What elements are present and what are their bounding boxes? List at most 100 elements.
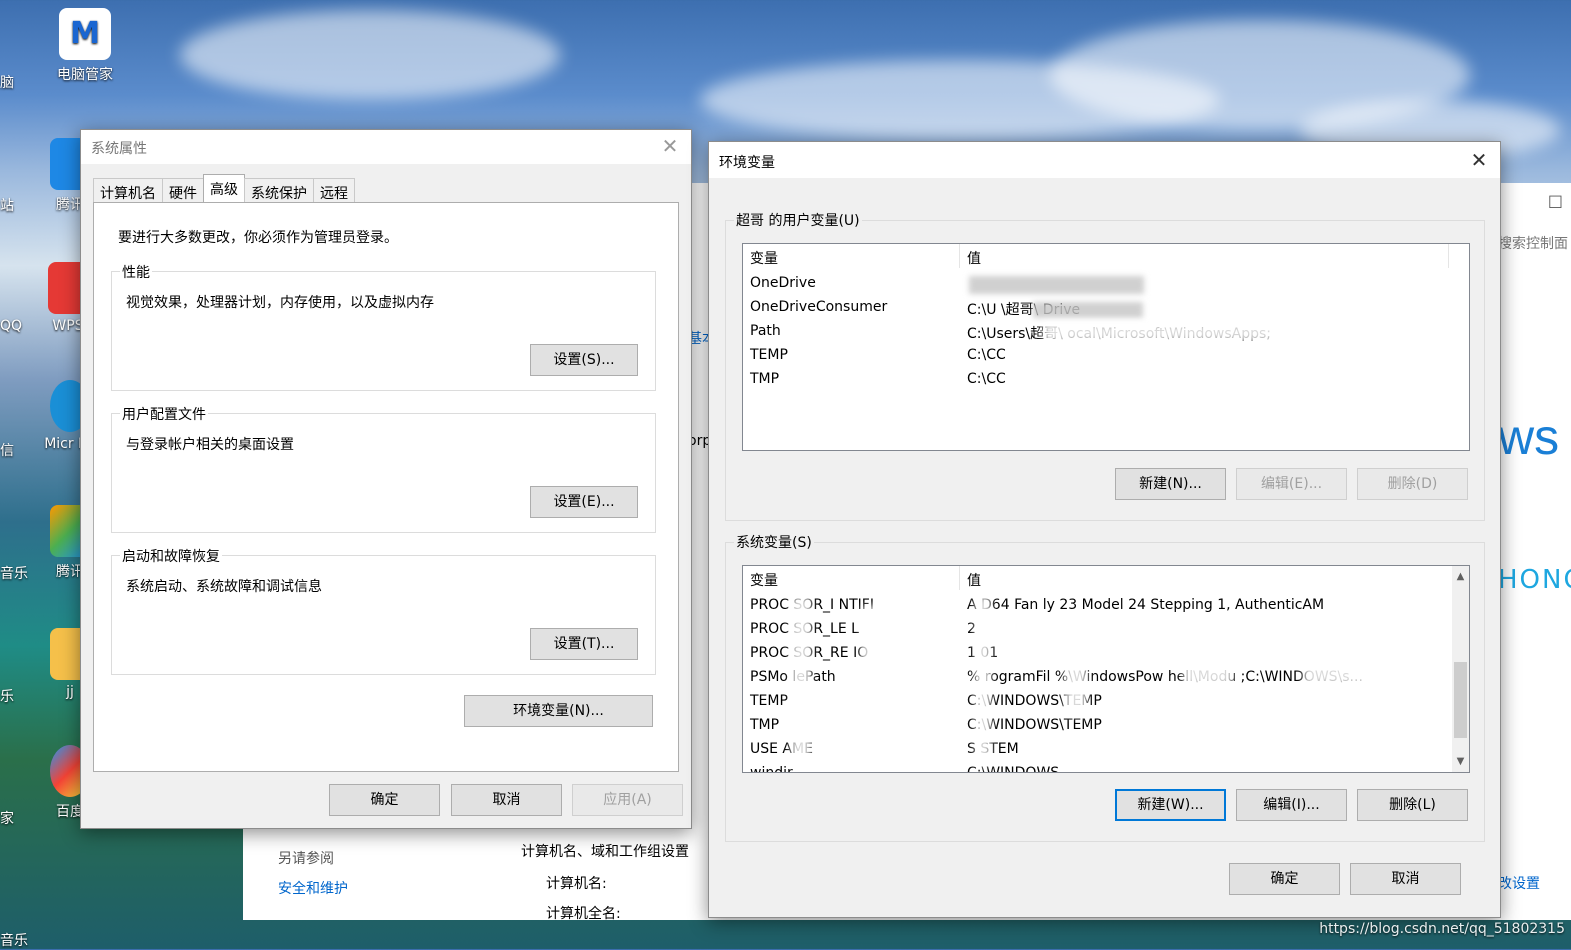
user-edit-button[interactable]: 编辑(E)... xyxy=(1236,468,1347,500)
variable-name: TEMP xyxy=(750,347,788,363)
admin-note: 要进行大多数更改，你必须作为管理员登录。 xyxy=(118,230,398,246)
user-profiles-description: 与登录帐户相关的桌面设置 xyxy=(126,437,294,453)
list-item[interactable]: TMP C:\WINDOWS\TEMP xyxy=(743,714,1469,738)
security-maintenance-link[interactable]: 安全和维护 xyxy=(278,878,348,898)
scroll-thumb[interactable] xyxy=(1454,662,1467,738)
dialog-title: 环境变量 xyxy=(719,155,775,171)
tab-hardware[interactable]: 硬件 xyxy=(162,178,204,204)
variable-value: C:\WINDOWS xyxy=(967,765,1060,773)
system-new-button[interactable]: 新建(W)... xyxy=(1115,789,1226,821)
system-variables-section: 系统变量(S) 变量 值 PROC SOR_I NTIFI A D64 Fan l… xyxy=(725,532,1485,842)
title-bar: 环境变量 ✕ xyxy=(709,142,1500,178)
tab-advanced[interactable]: 高级 xyxy=(203,174,245,205)
column-divider xyxy=(959,244,960,268)
variable-name: TEMP xyxy=(750,693,788,709)
variable-name: TMP xyxy=(750,371,780,387)
column-header-value[interactable]: 值 xyxy=(967,570,981,590)
list-item[interactable]: TEMP C:\WINDOWS\TEMP xyxy=(743,690,1469,714)
redaction-blur xyxy=(1043,322,1383,342)
list-item[interactable]: TMP C:\CC xyxy=(743,368,1469,392)
ok-button[interactable]: 确定 xyxy=(1229,863,1340,895)
variable-value: A D64 Fan ly 23 Model 24 Stepping 1, Aut… xyxy=(967,597,1325,613)
tab-strip: 计算机名 硬件 高级 系统保护 远程 xyxy=(93,174,355,205)
windows-logo-text: ws 1 xyxy=(1498,409,1571,465)
column-divider xyxy=(1448,244,1449,268)
apply-button[interactable]: 应用(A) xyxy=(572,784,683,816)
list-item[interactable]: PROC SOR_I NTIFI A D64 Fan ly 23 Model 24… xyxy=(743,594,1469,618)
computer-name-label: 计算机名: xyxy=(546,876,607,892)
redaction-blur xyxy=(1065,656,1087,716)
desktop-edge-label[interactable]: 站 xyxy=(0,195,14,215)
pc-manager-icon: M xyxy=(59,8,111,60)
desktop-icon-label: 电脑管家 xyxy=(57,67,113,83)
close-icon[interactable]: ✕ xyxy=(659,135,681,157)
user-delete-button[interactable]: 删除(D) xyxy=(1357,468,1468,500)
list-item[interactable]: windir C:\WINDOWS xyxy=(743,762,1469,773)
redaction-blur xyxy=(1303,656,1373,686)
redaction-blur xyxy=(1183,656,1233,686)
redaction-blur xyxy=(791,596,811,766)
vertical-scrollbar[interactable]: ▲ ▼ xyxy=(1452,566,1469,772)
change-settings-link[interactable]: 改设置 xyxy=(1498,873,1540,893)
tab-remote[interactable]: 远程 xyxy=(313,178,355,204)
system-delete-button[interactable]: 删除(L) xyxy=(1357,789,1468,821)
desktop-edge-label[interactable]: 脑 xyxy=(0,72,14,92)
list-item[interactable]: PROC SOR_LE L2 xyxy=(743,618,1469,642)
control-panel-search[interactable]: 搜索控制面 xyxy=(1498,233,1568,253)
environment-variables-dialog: 环境变量 ✕ 超哥 的用户变量(U) 变量 值 OneDrive OneDriv… xyxy=(708,141,1501,918)
list-item[interactable]: USE AME S STEM xyxy=(743,738,1469,762)
user-profiles-settings-button[interactable]: 设置(E)... xyxy=(530,486,638,518)
desktop-icon-pc-manager[interactable]: M 电脑管家 xyxy=(48,8,122,84)
performance-settings-button[interactable]: 设置(S)... xyxy=(530,344,638,376)
cancel-button[interactable]: 取消 xyxy=(451,784,562,816)
user-variables-section: 超哥 的用户变量(U) 变量 值 OneDrive OneDriveConsum… xyxy=(725,210,1485,521)
close-icon[interactable]: ✕ xyxy=(1468,149,1490,171)
user-new-button[interactable]: 新建(N)... xyxy=(1115,468,1226,500)
desktop-edge-label[interactable]: 乐 xyxy=(0,686,14,706)
full-computer-name-label: 计算机全名: xyxy=(546,906,621,922)
scroll-down-icon[interactable]: ▼ xyxy=(1452,753,1469,770)
tab-computer-name[interactable]: 计算机名 xyxy=(93,178,163,204)
list-header: 变量 值 xyxy=(743,566,1469,590)
redaction-blur xyxy=(1033,302,1143,318)
environment-variables-button[interactable]: 环境变量(N)... xyxy=(464,695,653,727)
redaction-blur xyxy=(975,596,991,766)
title-bar: 系统属性 ✕ xyxy=(81,130,691,164)
variable-name: TMP xyxy=(750,717,780,733)
cancel-button[interactable]: 取消 xyxy=(1350,863,1461,895)
variable-name: windir xyxy=(750,765,793,773)
desktop-edge-label[interactable]: 音乐 xyxy=(0,563,28,583)
dialog-title: 系统属性 xyxy=(91,141,147,157)
startup-recovery-settings-button[interactable]: 设置(T)... xyxy=(530,628,638,660)
column-divider xyxy=(959,566,960,590)
system-edit-button[interactable]: 编辑(I)... xyxy=(1236,789,1347,821)
ok-button[interactable]: 确定 xyxy=(329,784,440,816)
user-variables-label: 超哥 的用户变量(U) xyxy=(734,210,862,230)
performance-label: 性能 xyxy=(120,262,152,282)
scroll-up-icon[interactable]: ▲ xyxy=(1452,568,1469,585)
desktop-edge-label[interactable]: 音乐 xyxy=(0,930,28,950)
performance-description: 视觉效果，处理器计划，内存使用，以及虚拟内存 xyxy=(126,295,434,311)
column-header-variable[interactable]: 变量 xyxy=(750,248,778,268)
column-header-value[interactable]: 值 xyxy=(967,248,981,268)
desktop-edge-label[interactable]: 家 xyxy=(0,808,14,828)
honor-logo-text: HONO xyxy=(1498,565,1571,595)
list-item[interactable]: TEMP C:\CC xyxy=(743,344,1469,368)
redaction-blur xyxy=(969,276,1144,294)
startup-recovery-group: 启动和故障恢复 系统启动、系统故障和调试信息 设置(T)... xyxy=(111,546,656,675)
watermark-text: https://blog.csdn.net/qq_51802315 xyxy=(1319,921,1565,937)
system-properties-dialog: 系统属性 ✕ 计算机名 硬件 高级 系统保护 远程 要进行大多数更改，你必须作为… xyxy=(80,129,692,829)
column-header-variable[interactable]: 变量 xyxy=(750,570,778,590)
see-also-label: 另请参阅 xyxy=(278,851,334,867)
desktop-edge-label[interactable]: 信 xyxy=(0,440,14,460)
tab-system-protection[interactable]: 系统保护 xyxy=(244,178,314,204)
startup-recovery-description: 系统启动、系统故障和调试信息 xyxy=(126,579,322,595)
user-variables-list[interactable]: 变量 值 OneDrive OneDriveConsumer C:\U \超哥\ … xyxy=(742,243,1470,451)
performance-group: 性能 视觉效果，处理器计划，内存使用，以及虚拟内存 设置(S)... xyxy=(111,262,656,391)
window-control-button[interactable]: □ xyxy=(1548,191,1563,210)
redaction-blur xyxy=(861,606,883,666)
startup-recovery-label: 启动和故障恢复 xyxy=(120,546,222,566)
system-variables-list[interactable]: 变量 值 PROC SOR_I NTIFI A D64 Fan ly 23 Mod… xyxy=(742,565,1470,773)
variable-name: PROC SOR_I NTIFI xyxy=(750,597,874,613)
desktop-edge-label[interactable]: QQ xyxy=(0,318,22,334)
